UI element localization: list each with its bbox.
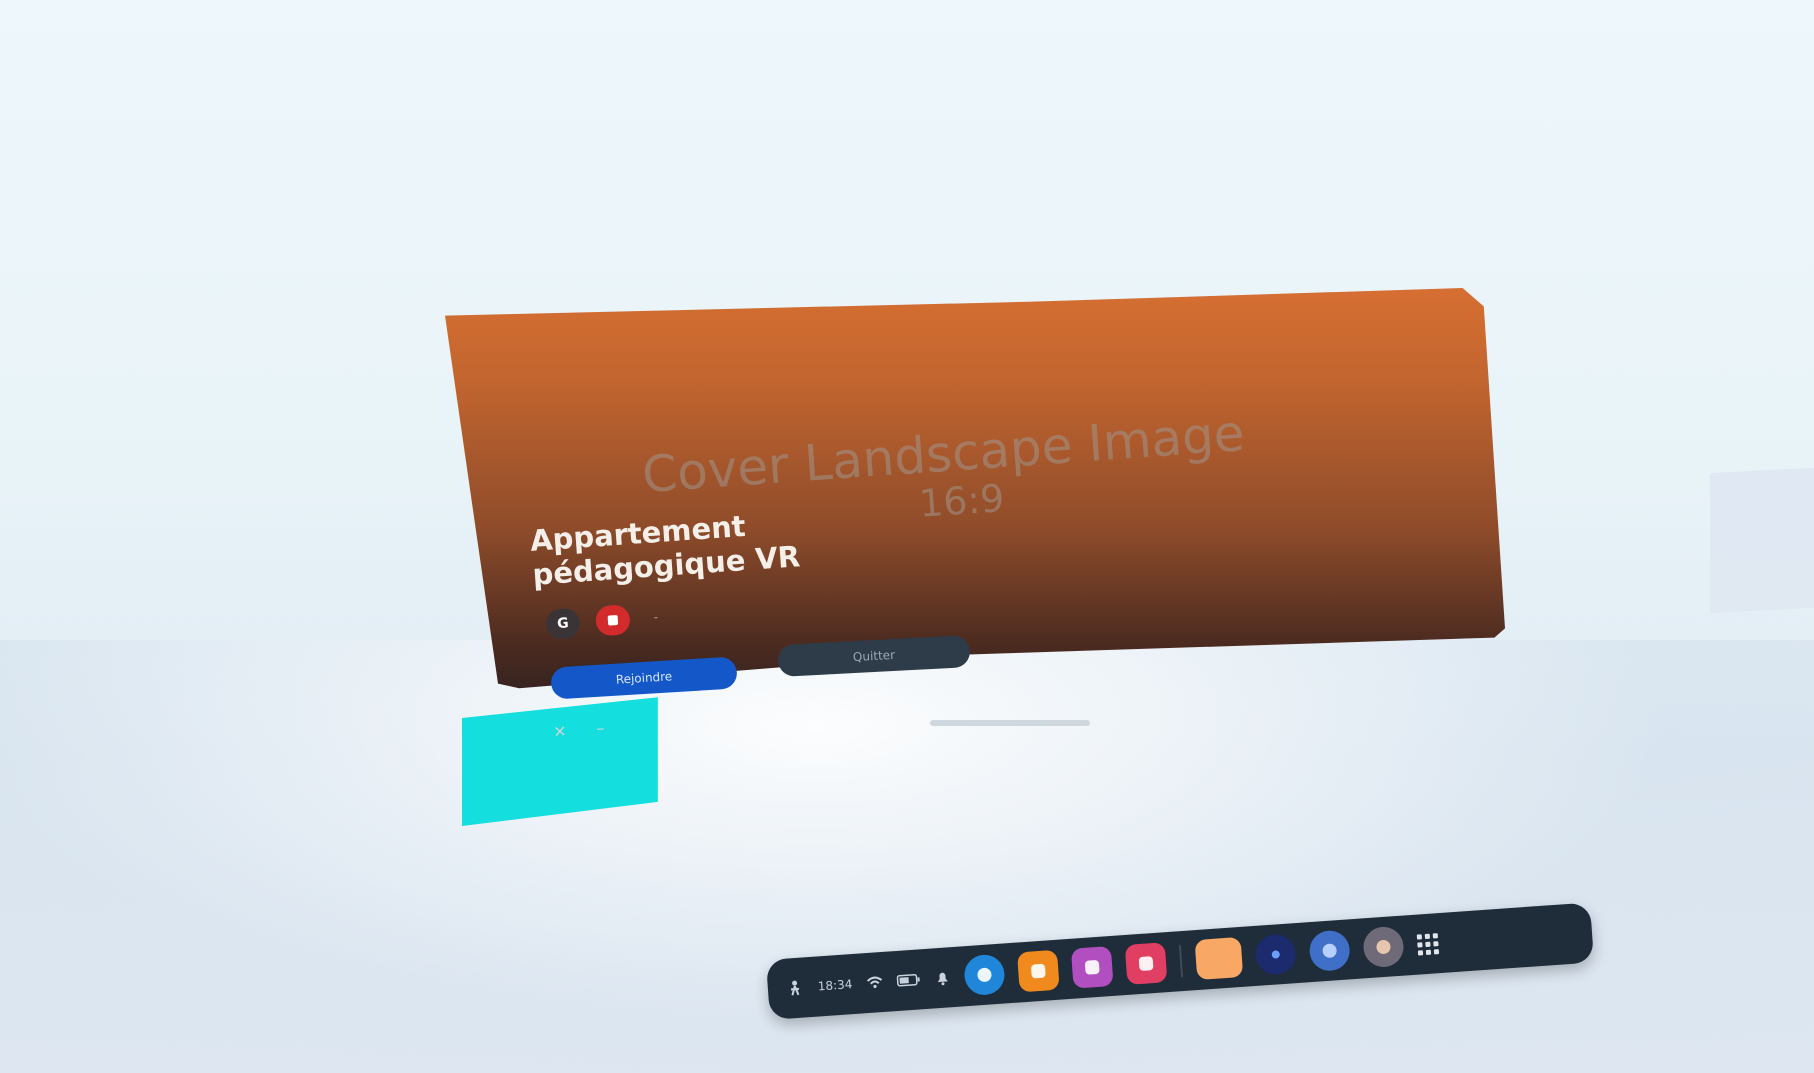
- dark-app-icon[interactable]: [1254, 933, 1297, 976]
- notification-bell-icon[interactable]: [934, 969, 951, 986]
- info-app-icon[interactable]: [962, 953, 1006, 997]
- side-window[interactable]: [1710, 466, 1814, 614]
- people-app-icon[interactable]: [1070, 946, 1114, 989]
- peach-app-icon[interactable]: [1194, 936, 1243, 981]
- avatar-icon[interactable]: [1361, 925, 1405, 969]
- card-controls: × –: [552, 718, 605, 741]
- blue-app-icon[interactable]: [1307, 929, 1351, 973]
- person-icon[interactable]: [785, 979, 804, 998]
- dash-badge: -: [652, 609, 659, 625]
- stop-icon: [607, 614, 619, 626]
- close-icon[interactable]: ×: [552, 721, 567, 741]
- clock-time: 18:34: [817, 977, 853, 994]
- window-grab-bar[interactable]: [930, 720, 1090, 726]
- g-badge: G: [545, 607, 582, 640]
- battery-icon[interactable]: [896, 973, 921, 987]
- app-card[interactable]: Cover Landscape Image 16:9 Appartement p…: [445, 288, 1505, 748]
- taskbar-separator: [1178, 945, 1183, 978]
- wifi-icon[interactable]: [866, 975, 883, 990]
- record-badge: [594, 604, 631, 637]
- camera-app-icon[interactable]: [1124, 942, 1168, 985]
- app-grid-icon[interactable]: [1416, 932, 1439, 956]
- folder-app-icon[interactable]: [1016, 949, 1060, 993]
- minimize-icon[interactable]: –: [596, 718, 605, 738]
